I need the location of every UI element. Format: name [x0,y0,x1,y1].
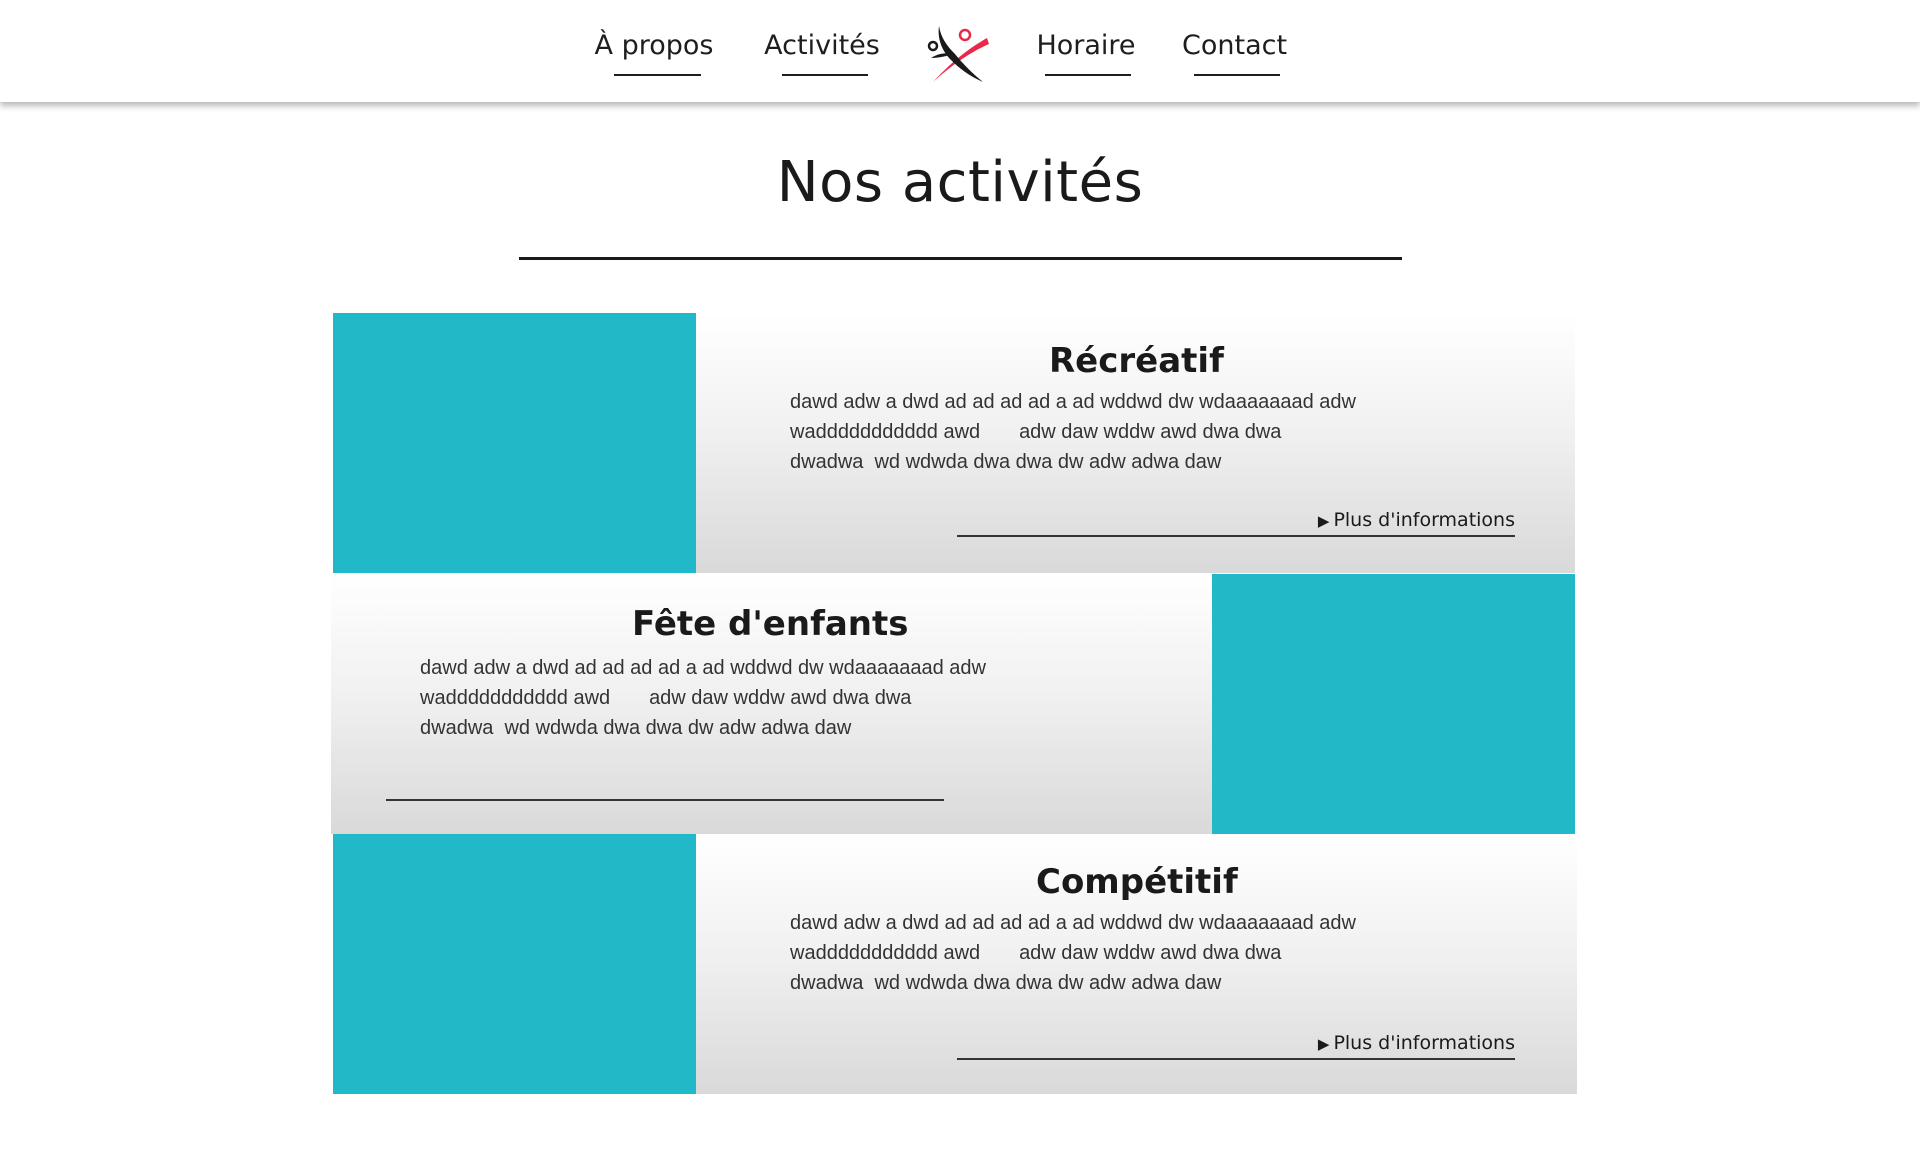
description-line: dwadwa wd wdwda dwa dwa dw adw adwa daw [790,972,1222,994]
nav-link-activities-label: Activités [764,30,880,61]
more-info-link[interactable]: ▶ Plus d'informations [1133,1032,1515,1058]
more-info-underline [957,1058,1515,1060]
more-info-underline [957,535,1515,537]
more-info-label: Plus d'informations [1333,509,1515,531]
activity-title: Fête d'enfants [632,604,909,644]
more-info-label: Plus d'informations [1333,1032,1515,1054]
play-triangle-icon: ▶ [1317,1035,1330,1053]
nav-link-contact-label: Contact [1182,30,1288,61]
description-line: dwadwa wd wdwda dwa dwa dw adw adwa daw [420,717,852,739]
page-title: Nos activités [776,150,1144,215]
activity-image-placeholder [333,313,696,573]
description-line: waddddddddddd awd adw daw wddw awd dwa d… [420,687,912,709]
activity-title: Récréatif [1049,341,1224,381]
description-line: dwadwa wd wdwda dwa dwa dw adw adwa daw [790,451,1222,473]
nav-link-activities-underline [782,74,868,76]
activity-card-fete-enfants: Fête d'enfants dawd adw a dwd ad ad ad a… [331,574,1575,834]
page-title-divider [519,257,1402,260]
gymnast-logo-icon[interactable] [925,24,991,86]
nav-link-schedule-label: Horaire [1036,30,1136,61]
nav-link-about-label: À propos [594,30,714,61]
nav-link-about[interactable]: À propos [588,30,720,80]
activity-description: dawd adw a dwd ad ad ad ad a ad wddwd dw… [420,653,986,743]
activity-title: Compétitif [1036,862,1238,902]
description-line: dawd adw a dwd ad ad ad ad a ad wddwd dw… [420,657,986,679]
play-triangle-icon: ▶ [1317,512,1330,530]
description-line: dawd adw a dwd ad ad ad ad a ad wddwd dw… [790,391,1356,413]
activity-image-placeholder [333,834,696,1094]
nav-link-activities[interactable]: Activités [764,30,880,80]
description-line: waddddddddddd awd adw daw wddw awd dwa d… [790,421,1282,443]
description-line: waddddddddddd awd adw daw wddw awd dwa d… [790,942,1282,964]
description-line: dawd adw a dwd ad ad ad ad a ad wddwd dw… [790,912,1356,934]
more-info-underline [386,799,944,801]
top-navigation-bar: À propos Activités Horaire Contact [0,0,1920,102]
nav-link-contact[interactable]: Contact [1182,30,1288,80]
nav-link-about-underline [614,74,701,76]
nav-link-schedule-underline [1045,74,1131,76]
activity-description: dawd adw a dwd ad ad ad ad a ad wddwd dw… [790,387,1356,477]
activity-image-placeholder [1212,574,1575,834]
activity-description: dawd adw a dwd ad ad ad ad a ad wddwd dw… [790,908,1356,998]
activity-card-recreatif: Récréatif dawd adw a dwd ad ad ad ad a a… [333,313,1575,573]
more-info-link[interactable]: ▶ Plus d'informations [1133,509,1515,535]
nav-link-schedule[interactable]: Horaire [1035,30,1137,80]
activity-card-competitif: Compétitif dawd adw a dwd ad ad ad ad a … [333,834,1577,1094]
nav-link-contact-underline [1194,74,1280,76]
